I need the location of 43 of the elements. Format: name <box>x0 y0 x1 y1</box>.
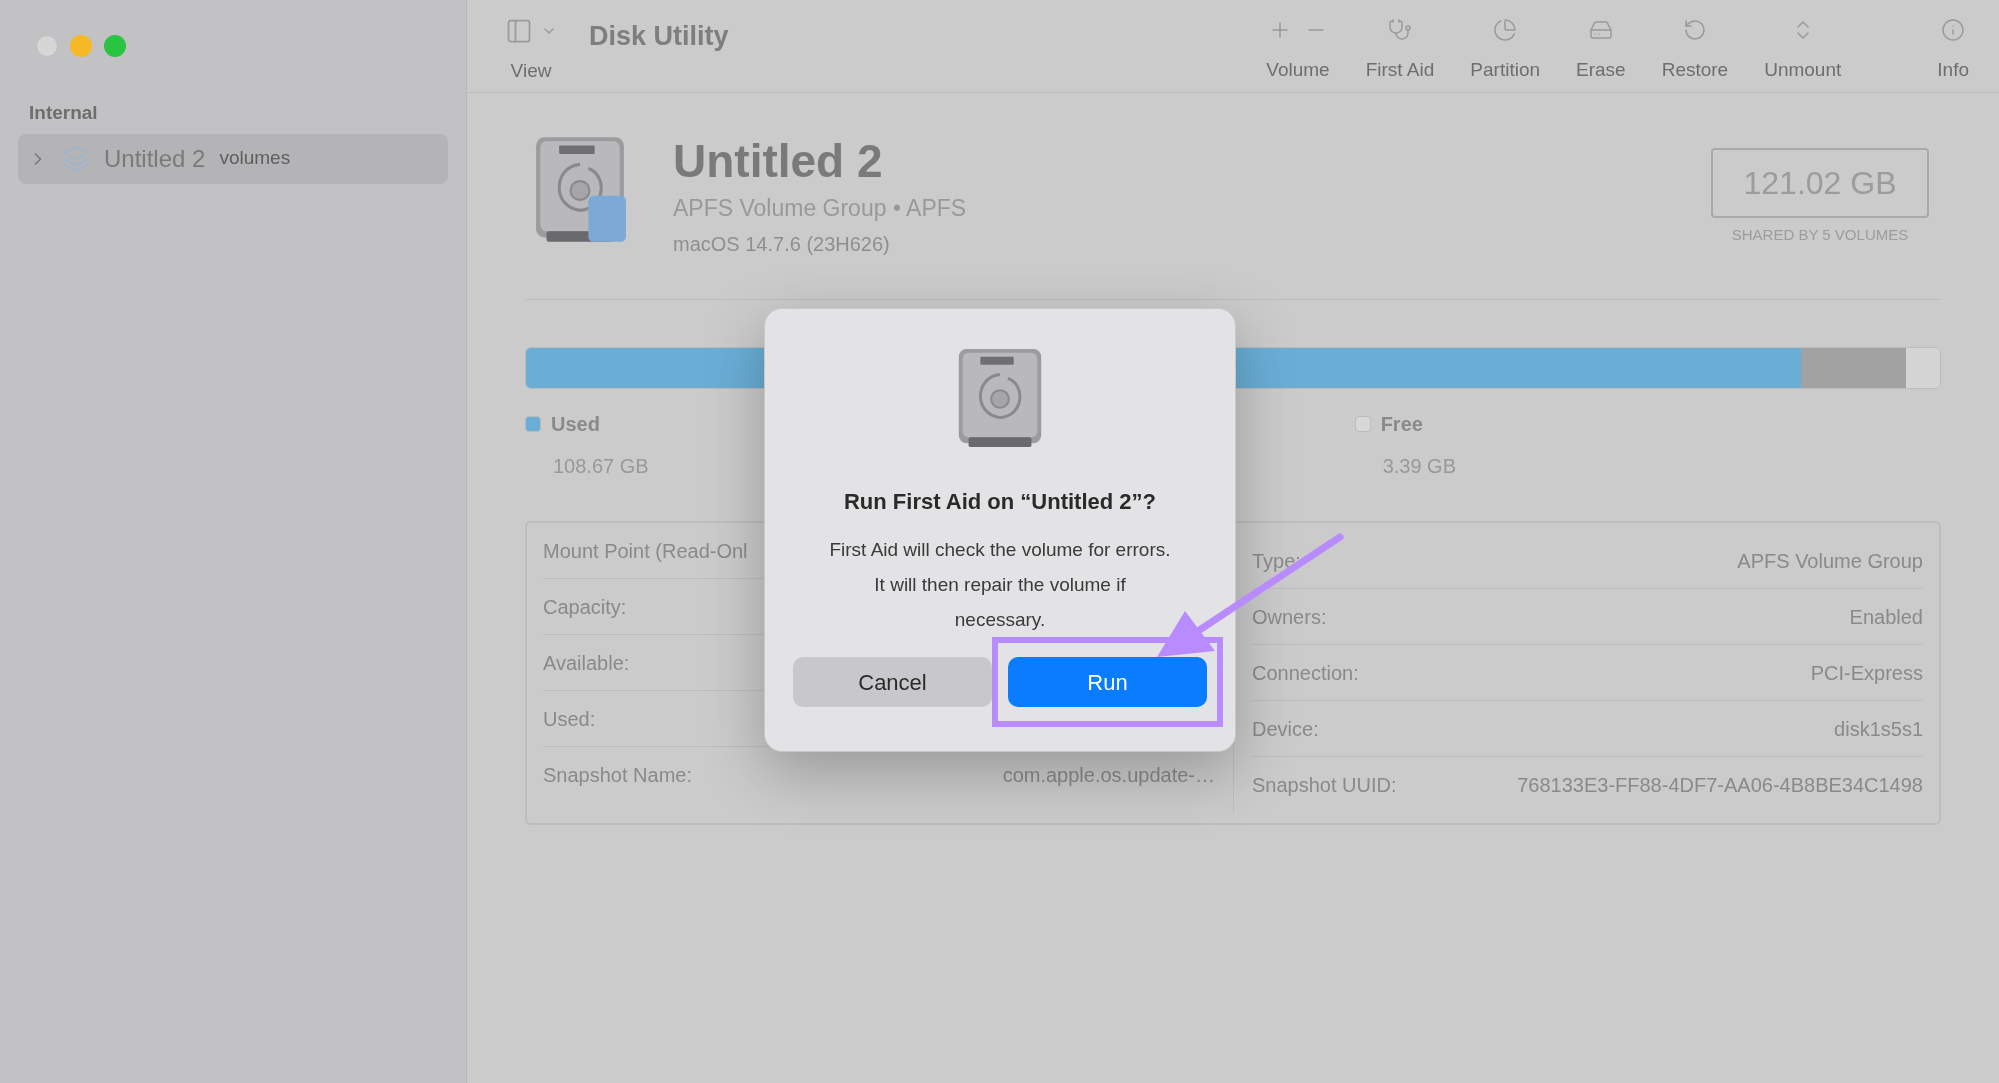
pie-chart-icon <box>1493 17 1518 42</box>
table-label: Mount Point (Read-Onl <box>543 538 748 564</box>
sidebar-item[interactable]: Untitled 2 volumes <box>18 133 448 184</box>
dialog-title: Run First Aid on “Untitled 2”? <box>843 488 1157 516</box>
restore-icon <box>1682 17 1707 42</box>
table-label: Snapshot UUID: <box>1252 773 1397 798</box>
minimize-window-button[interactable] <box>70 35 92 57</box>
table-value: PCI-Express <box>1810 660 1923 686</box>
volume-detail: volumes <box>219 146 291 171</box>
sidebar-section-label: Internal <box>29 101 99 125</box>
table-label: Owners: <box>1252 604 1327 630</box>
stethoscope-icon <box>1388 17 1412 42</box>
cancel-button[interactable]: Cancel <box>793 657 992 707</box>
table-value: APFS Volume Group <box>1737 548 1923 574</box>
dialog-message: First Aid will check the volume for errors. It will then repair the volume if necessary. <box>828 538 1172 632</box>
table-label: Available: <box>543 650 630 676</box>
table-label: Capacity: <box>543 594 627 620</box>
table-value: 768133E3-FF88-4DF7-AA06-4B8BE34C1498 <box>1517 773 1923 798</box>
toolbar-button[interactable]: Volume <box>1266 17 1330 85</box>
toolbar-button[interactable]: Restore <box>1661 17 1729 85</box>
toolbar-button[interactable]: Erase <box>1576 17 1626 85</box>
close-window-button[interactable] <box>36 35 58 57</box>
legend-label: Free <box>1380 412 1423 437</box>
volume-name: Untitled 2 <box>104 143 206 174</box>
volume-title: Untitled 2 <box>673 134 884 189</box>
table-label: Connection: <box>1252 660 1359 686</box>
table-label: Used: <box>543 706 596 732</box>
table-value: disk1s5s1 <box>1834 716 1923 742</box>
table-value: Enabled <box>1849 604 1923 630</box>
table-label: Device: <box>1252 716 1319 742</box>
table-value: com.apple.os.update-… <box>1002 763 1215 788</box>
toolbar-button[interactable]: Unmount <box>1764 17 1842 85</box>
table-label: Snapshot Name: <box>543 763 692 788</box>
legend-label: Used <box>551 412 600 437</box>
info-icon <box>1941 17 1966 42</box>
toolbar-button[interactable]: First Aid <box>1365 17 1435 85</box>
os-version: macOS 14.7.6 (23H626) <box>673 232 891 257</box>
zoom-window-button[interactable] <box>104 35 126 57</box>
toolbar-label: View <box>510 58 552 83</box>
window-title: Disk Utility <box>589 19 729 53</box>
toolbar-button[interactable]: Partition <box>1470 17 1540 85</box>
run-button[interactable]: Run <box>1008 657 1207 707</box>
toolbar-button[interactable]: Info <box>1937 17 1969 85</box>
